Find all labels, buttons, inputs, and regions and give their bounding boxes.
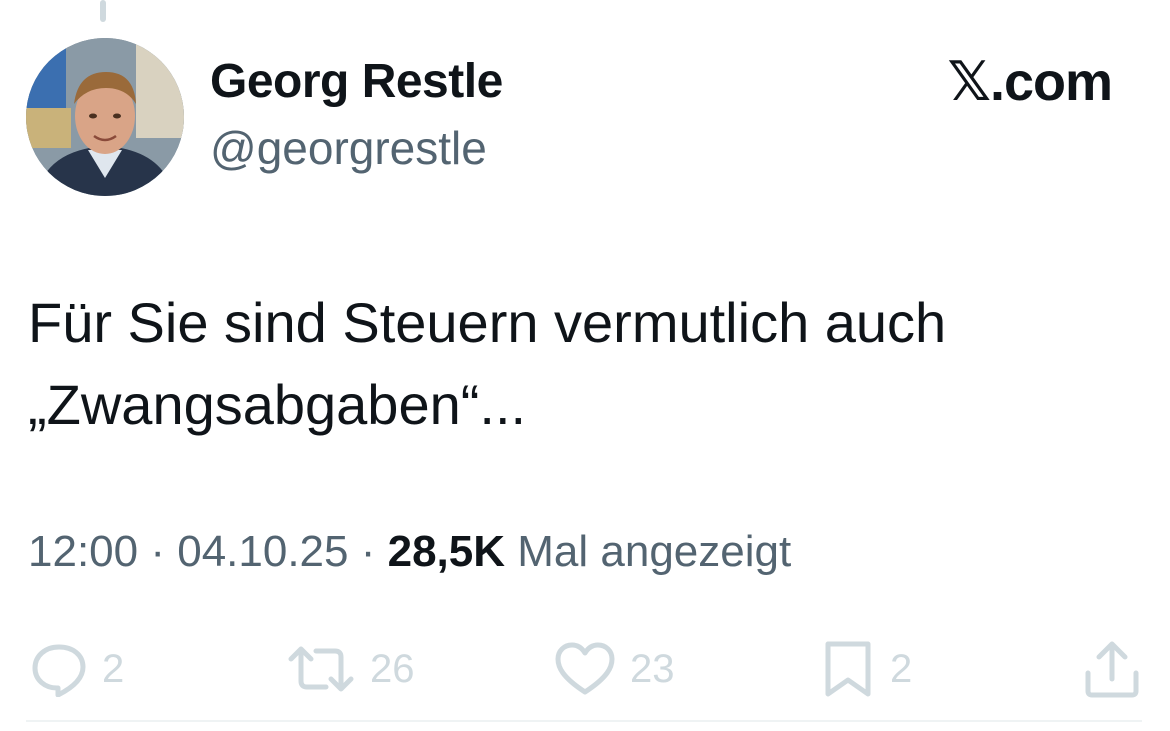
meta-separator: · (138, 527, 178, 576)
share-icon (1085, 641, 1139, 698)
views-count[interactable]: 28,5K (388, 527, 505, 576)
tweet-text-line: Für Sie sind Steuern vermutlich auch (28, 291, 947, 354)
like-count: 23 (630, 646, 675, 691)
bottom-divider (26, 720, 1142, 722)
share-button[interactable] (1082, 634, 1142, 704)
tweet-time[interactable]: 12:00 (28, 527, 138, 576)
repost-icon (288, 646, 354, 692)
bookmark-button[interactable]: 2 (820, 634, 912, 704)
x-logo-text: 𝕏.com (947, 52, 1113, 112)
tweet-text: Für Sie sind Steuern vermutlich auch „Zw… (28, 282, 1138, 446)
meta-separator: · (348, 527, 388, 576)
author-handle[interactable]: @georgrestle (210, 118, 487, 178)
repost-button[interactable]: 26 (286, 634, 415, 704)
avatar[interactable] (26, 38, 184, 196)
views-label: Mal angezeigt (505, 527, 792, 576)
reply-button[interactable]: 2 (30, 634, 124, 704)
thread-connector-line (100, 0, 106, 22)
avatar-image (26, 38, 184, 196)
reply-count: 2 (102, 646, 125, 691)
tweet-date[interactable]: 04.10.25 (177, 527, 348, 576)
reply-icon (32, 644, 86, 697)
like-button[interactable]: 23 (554, 634, 675, 704)
bookmark-icon (825, 641, 871, 697)
action-bar: 2 26 23 2 (0, 634, 1170, 704)
tweet-meta: 12:00 · 04.10.25 · 28,5K Mal angezeigt (28, 520, 791, 584)
author-display-name[interactable]: Georg Restle (210, 52, 503, 112)
like-icon (555, 642, 615, 695)
tweet-text-line: „Zwangsabgaben“... (28, 373, 527, 436)
bookmark-count: 2 (890, 646, 913, 691)
repost-count: 26 (370, 646, 415, 691)
